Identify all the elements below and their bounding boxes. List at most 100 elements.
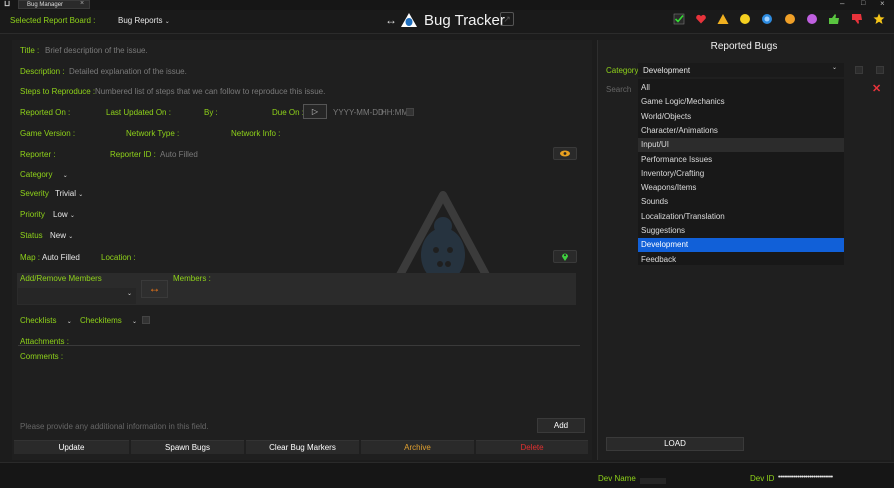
update-button[interactable]: Update bbox=[14, 440, 129, 454]
checklists-select[interactable]: Checklists ⌄ bbox=[20, 316, 72, 325]
dropdown-option[interactable]: Performance Issues bbox=[638, 153, 844, 167]
dropdown-option[interactable]: Inventory/Crafting bbox=[638, 167, 844, 181]
dropdown-option[interactable]: Character/Animations bbox=[638, 124, 844, 138]
filter-checkbox-1[interactable] bbox=[855, 66, 863, 74]
priority-select[interactable]: Low ⌄ bbox=[53, 210, 75, 219]
comment-input[interactable]: Please provide any additional informatio… bbox=[20, 422, 209, 431]
location-label: Location : bbox=[101, 253, 136, 262]
load-button[interactable]: LOAD bbox=[606, 437, 744, 451]
severity-value: Trivial bbox=[55, 189, 77, 198]
play-icon: ▷ bbox=[311, 107, 319, 116]
status-label: Status bbox=[20, 231, 43, 240]
dropdown-option[interactable]: Input/UI bbox=[638, 138, 844, 153]
severity-label: Severity bbox=[20, 189, 49, 198]
checkitems-label: Checkitems bbox=[80, 316, 122, 325]
tab-close-icon[interactable]: × bbox=[80, 0, 84, 7]
chevron-down-icon: ⌄ bbox=[78, 192, 84, 198]
chevron-down-icon: ⌄ bbox=[831, 65, 837, 71]
status-value: New bbox=[50, 231, 67, 240]
status-select[interactable]: New ⌄ bbox=[50, 231, 73, 240]
category-label: Category bbox=[20, 170, 53, 179]
heart-icon[interactable] bbox=[695, 13, 707, 25]
reported-category-select[interactable]: Development ⌄ bbox=[638, 63, 844, 77]
smiley-purple-icon[interactable] bbox=[806, 13, 818, 25]
expand-arrows-icon[interactable]: ↔ bbox=[385, 13, 397, 27]
checkitem-checkbox[interactable] bbox=[142, 316, 150, 324]
reported-category-value: Development bbox=[643, 66, 691, 75]
chevron-down-icon: ⌄ bbox=[164, 19, 170, 25]
thumbs-up-icon[interactable] bbox=[828, 13, 840, 25]
dropdown-option[interactable]: Sounds bbox=[638, 195, 844, 209]
members-label: Members : bbox=[173, 274, 211, 283]
window-tab-title: Bug Manager bbox=[27, 2, 64, 8]
board-select[interactable]: Bug Reports ⌄ bbox=[118, 16, 170, 25]
reporter-label: Reporter : bbox=[20, 150, 56, 159]
smiley-blue-icon[interactable] bbox=[761, 13, 773, 25]
warning-icon[interactable] bbox=[717, 13, 729, 25]
reported-category-label: Category bbox=[606, 66, 639, 75]
steps-input[interactable]: Numbered list of steps that we can follo… bbox=[95, 87, 325, 96]
due-checkbox[interactable] bbox=[406, 108, 414, 116]
dev-id-label: Dev ID bbox=[750, 474, 775, 483]
dropdown-option[interactable]: Weapons/Items bbox=[638, 181, 844, 195]
dev-name-label: Dev Name bbox=[598, 474, 636, 483]
bug-form-panel bbox=[12, 40, 592, 460]
priority-label: Priority bbox=[20, 210, 45, 219]
star-icon[interactable] bbox=[873, 13, 885, 25]
reported-bugs-heading: Reported Bugs bbox=[710, 41, 778, 52]
dropdown-option[interactable]: Game Logic/Mechanics bbox=[638, 95, 844, 109]
map-value: Auto Filled bbox=[42, 253, 80, 262]
checkitems-select[interactable]: Checkitems ⌄ bbox=[80, 316, 137, 325]
by-label: By : bbox=[204, 108, 218, 117]
board-select-value: Bug Reports bbox=[118, 16, 163, 25]
dev-id-value: •••••••••••••••••••••••••••• bbox=[778, 474, 833, 481]
eye-icon bbox=[560, 150, 570, 157]
checkmark-icon[interactable] bbox=[673, 13, 685, 25]
dev-name-input[interactable] bbox=[640, 478, 666, 484]
transfer-members-button[interactable]: ↔ bbox=[141, 280, 168, 298]
dropdown-option[interactable]: All bbox=[638, 81, 844, 95]
maximize-button[interactable]: □ bbox=[861, 0, 865, 7]
description-label: Description : bbox=[20, 67, 65, 76]
dropdown-option[interactable]: Feedback bbox=[638, 253, 844, 267]
due-date-input[interactable]: YYYY-MM-DD bbox=[333, 108, 384, 117]
minimize-button[interactable]: – bbox=[840, 0, 844, 8]
steps-label: Steps to Reproduce : bbox=[20, 87, 96, 96]
members-select[interactable]: ⌄ bbox=[18, 288, 136, 304]
priority-value: Low bbox=[53, 210, 68, 219]
dropdown-option[interactable]: World/Objects bbox=[638, 110, 844, 124]
smiley-yellow-icon[interactable] bbox=[739, 13, 751, 25]
title-input[interactable]: Brief description of the issue. bbox=[45, 46, 148, 55]
dropdown-option[interactable]: Development bbox=[638, 238, 844, 253]
chevron-down-icon: ⌄ bbox=[132, 319, 138, 325]
category-dropdown-list: All Game Logic/Mechanics World/Objects Char… bbox=[638, 79, 844, 265]
thumbs-down-icon[interactable] bbox=[851, 13, 863, 25]
close-button[interactable]: × bbox=[880, 0, 885, 8]
search-input[interactable]: Search bbox=[606, 85, 631, 94]
external-link-icon[interactable]: ↗ bbox=[500, 12, 514, 26]
play-button[interactable]: ▷ bbox=[303, 104, 327, 119]
location-button[interactable] bbox=[553, 250, 577, 263]
dropdown-option[interactable]: Suggestions bbox=[638, 224, 844, 238]
category-select[interactable]: Category ⌄ bbox=[20, 170, 68, 179]
add-comment-button[interactable]: Add bbox=[537, 418, 585, 433]
severity-select[interactable]: Trivial ⌄ bbox=[55, 189, 83, 198]
description-input[interactable]: Detailed explanation of the issue. bbox=[69, 67, 187, 76]
game-version-label: Game Version : bbox=[20, 129, 76, 138]
filter-checkbox-2[interactable] bbox=[876, 66, 884, 74]
network-info-label: Network Info : bbox=[231, 129, 281, 138]
due-on-label: Due On : bbox=[272, 108, 305, 117]
eye-button[interactable] bbox=[553, 147, 577, 160]
archive-button[interactable]: Archive bbox=[361, 440, 474, 454]
app-logo-icon: ⊔ bbox=[4, 0, 11, 8]
clear-markers-button[interactable]: Clear Bug Markers bbox=[246, 440, 359, 454]
comments-label: Comments : bbox=[20, 352, 64, 361]
map-label: Map : bbox=[20, 253, 41, 262]
smiley-orange-icon[interactable] bbox=[784, 13, 796, 25]
delete-button[interactable]: Delete bbox=[476, 440, 588, 454]
clear-filter-x-icon[interactable]: ✕ bbox=[872, 82, 881, 95]
dropdown-option[interactable]: Localization/Translation bbox=[638, 210, 844, 224]
due-time-input[interactable]: HH:MM bbox=[381, 108, 408, 117]
chevron-down-icon: ⌄ bbox=[126, 291, 132, 297]
spawn-bugs-button[interactable]: Spawn Bugs bbox=[131, 440, 244, 454]
